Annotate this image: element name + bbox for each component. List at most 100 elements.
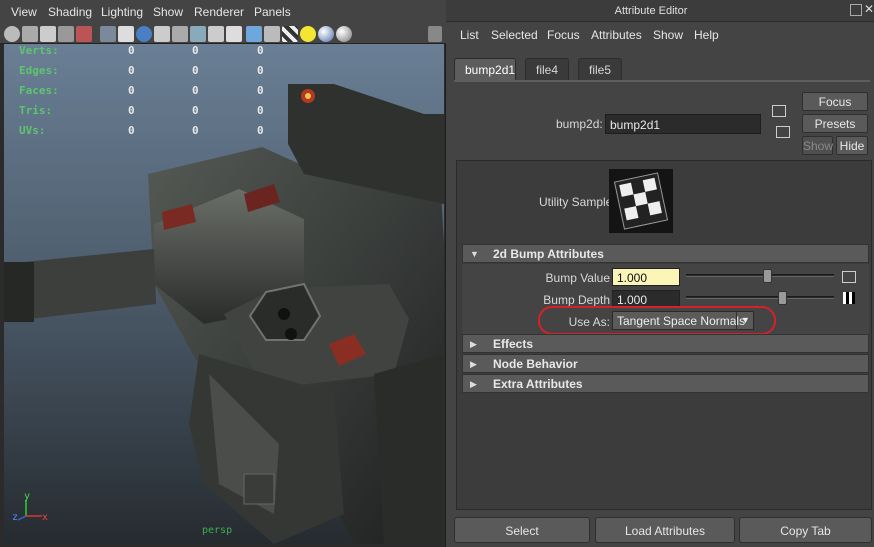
tab-divider bbox=[454, 80, 870, 82]
checker-map-icon[interactable] bbox=[843, 292, 855, 304]
bump-sample-swatch bbox=[609, 169, 673, 233]
menu-show[interactable]: Show bbox=[653, 28, 683, 42]
hud-edges-value: 0 bbox=[257, 64, 264, 77]
wireframe-icon[interactable] bbox=[100, 26, 116, 42]
section-title: Effects bbox=[493, 337, 534, 351]
cube-wire-icon[interactable] bbox=[226, 26, 242, 42]
hud-edges-value: 0 bbox=[128, 64, 135, 77]
hud-edges-value: 0 bbox=[192, 64, 199, 77]
hud-faces-label: Faces: bbox=[19, 84, 59, 97]
axis-gizmo-icon: y x z bbox=[12, 491, 48, 523]
node-name-field[interactable]: bump2d1 bbox=[605, 114, 761, 134]
menu-renderer[interactable]: Renderer bbox=[194, 5, 244, 19]
axis-x-label: x bbox=[42, 512, 48, 523]
hide-button[interactable]: Hide bbox=[836, 136, 868, 155]
bump-depth-slider-thumb[interactable] bbox=[778, 291, 788, 305]
light-bulb-icon[interactable] bbox=[300, 26, 316, 42]
lights-icon[interactable] bbox=[154, 26, 170, 42]
attribute-editor-menubar: List Selected Focus Attributes Show Help bbox=[446, 22, 874, 48]
grid-icon[interactable] bbox=[76, 26, 92, 42]
section-title: 2d Bump Attributes bbox=[493, 247, 604, 261]
smooth-shade-icon[interactable] bbox=[118, 26, 134, 42]
viewport-canvas[interactable]: Verts: 0 0 0 Edges: 0 0 0 Faces: 0 0 0 T… bbox=[4, 44, 444, 544]
checker-icon[interactable] bbox=[282, 26, 298, 42]
sphere-gray-icon[interactable] bbox=[336, 26, 352, 42]
hud-verts-value: 0 bbox=[128, 44, 135, 57]
camera-attributes-icon[interactable] bbox=[22, 26, 38, 42]
presets-button[interactable]: Presets bbox=[802, 114, 868, 133]
close-icon[interactable]: ✕ bbox=[864, 3, 874, 16]
attribute-editor-titlebar[interactable]: Attribute Editor ✕ bbox=[446, 0, 874, 22]
menu-lighting[interactable]: Lighting bbox=[101, 5, 143, 19]
cube-shaded-icon[interactable] bbox=[246, 26, 262, 42]
image-plane-icon[interactable] bbox=[58, 26, 74, 42]
viewport-panel[interactable]: View Shading Lighting Show Renderer Pane… bbox=[0, 0, 446, 547]
hud-uvs-label: UVs: bbox=[19, 124, 46, 137]
menu-focus[interactable]: Focus bbox=[547, 28, 580, 42]
attribute-editor-panel: Attribute Editor ✕ List Selected Focus A… bbox=[446, 0, 874, 547]
menu-panels[interactable]: Panels bbox=[254, 5, 291, 19]
hud-verts-label: Verts: bbox=[19, 44, 59, 57]
tab-file4[interactable]: file4 bbox=[525, 58, 569, 80]
output-connections-icon[interactable] bbox=[776, 126, 790, 138]
menu-selected[interactable]: Selected bbox=[491, 28, 538, 42]
bump-value-field[interactable]: 1.000 bbox=[612, 268, 680, 286]
hud-verts-value: 0 bbox=[257, 44, 264, 57]
axis-z-label: z bbox=[12, 512, 18, 523]
xray-icon[interactable] bbox=[190, 26, 206, 42]
menu-shading[interactable]: Shading bbox=[48, 5, 92, 19]
bookmark-icon[interactable] bbox=[40, 26, 56, 42]
hud-tris-label: Tris: bbox=[19, 104, 53, 117]
hud-uvs-value: 0 bbox=[257, 124, 264, 137]
bump-value-slider-track[interactable] bbox=[686, 274, 834, 277]
isolate-icon[interactable] bbox=[208, 26, 224, 42]
section-2d-bump-attributes[interactable]: ▼ 2d Bump Attributes bbox=[462, 244, 869, 263]
tab-file5[interactable]: file5 bbox=[578, 58, 622, 80]
hud-verts-value: 0 bbox=[192, 44, 199, 57]
load-attributes-button[interactable]: Load Attributes bbox=[595, 517, 735, 543]
camera-name-label: persp bbox=[202, 525, 233, 536]
resolution-gate-icon[interactable] bbox=[428, 26, 442, 42]
restore-icon[interactable] bbox=[850, 4, 862, 16]
viewport-menubar: View Shading Lighting Show Renderer Pane… bbox=[0, 0, 446, 24]
select-button[interactable]: Select bbox=[454, 517, 590, 543]
input-connections-icon[interactable] bbox=[772, 105, 786, 117]
show-button[interactable]: Show bbox=[802, 136, 833, 155]
map-button-icon[interactable] bbox=[842, 271, 856, 283]
menu-attributes[interactable]: Attributes bbox=[591, 28, 642, 42]
sphere-icon[interactable] bbox=[318, 26, 334, 42]
section-title: Extra Attributes bbox=[493, 377, 583, 391]
textured-icon[interactable] bbox=[136, 26, 152, 42]
copy-tab-button[interactable]: Copy Tab bbox=[739, 517, 872, 543]
camera-icon[interactable] bbox=[4, 26, 20, 42]
window-title: Attribute Editor bbox=[614, 5, 688, 17]
hud-faces-value: 0 bbox=[192, 84, 199, 97]
menu-show[interactable]: Show bbox=[153, 5, 183, 19]
menu-view[interactable]: View bbox=[11, 5, 37, 19]
viewport-toolbar bbox=[0, 24, 446, 44]
focus-button[interactable]: Focus bbox=[802, 92, 868, 111]
section-node-behavior[interactable]: ▶ Node Behavior bbox=[462, 354, 869, 373]
bump-value-label: Bump Value bbox=[545, 271, 610, 285]
section-effects[interactable]: ▶ Effects bbox=[462, 334, 869, 353]
bump-value-slider-thumb[interactable] bbox=[763, 269, 773, 283]
hud-uvs-value: 0 bbox=[128, 124, 135, 137]
section-title: Node Behavior bbox=[493, 357, 578, 371]
expand-triangle-icon: ▶ bbox=[470, 339, 477, 349]
tab-bump2d1[interactable]: bump2d1 bbox=[454, 58, 516, 80]
highlight-ring bbox=[538, 306, 776, 335]
menu-help[interactable]: Help bbox=[694, 28, 719, 42]
mech-model-render bbox=[4, 84, 444, 544]
hud-tris-value: 0 bbox=[192, 104, 199, 117]
axis-y-label: y bbox=[24, 491, 30, 502]
shadows-icon[interactable] bbox=[172, 26, 188, 42]
hud-faces-value: 0 bbox=[128, 84, 135, 97]
menu-list[interactable]: List bbox=[460, 28, 479, 42]
hud-faces-value: 0 bbox=[257, 84, 264, 97]
hud-tris-value: 0 bbox=[257, 104, 264, 117]
bump-depth-slider-track[interactable] bbox=[686, 296, 834, 299]
cube-textured-icon[interactable] bbox=[264, 26, 280, 42]
section-extra-attributes[interactable]: ▶ Extra Attributes bbox=[462, 374, 869, 393]
expand-triangle-icon: ▶ bbox=[470, 379, 477, 389]
hud-tris-value: 0 bbox=[128, 104, 135, 117]
